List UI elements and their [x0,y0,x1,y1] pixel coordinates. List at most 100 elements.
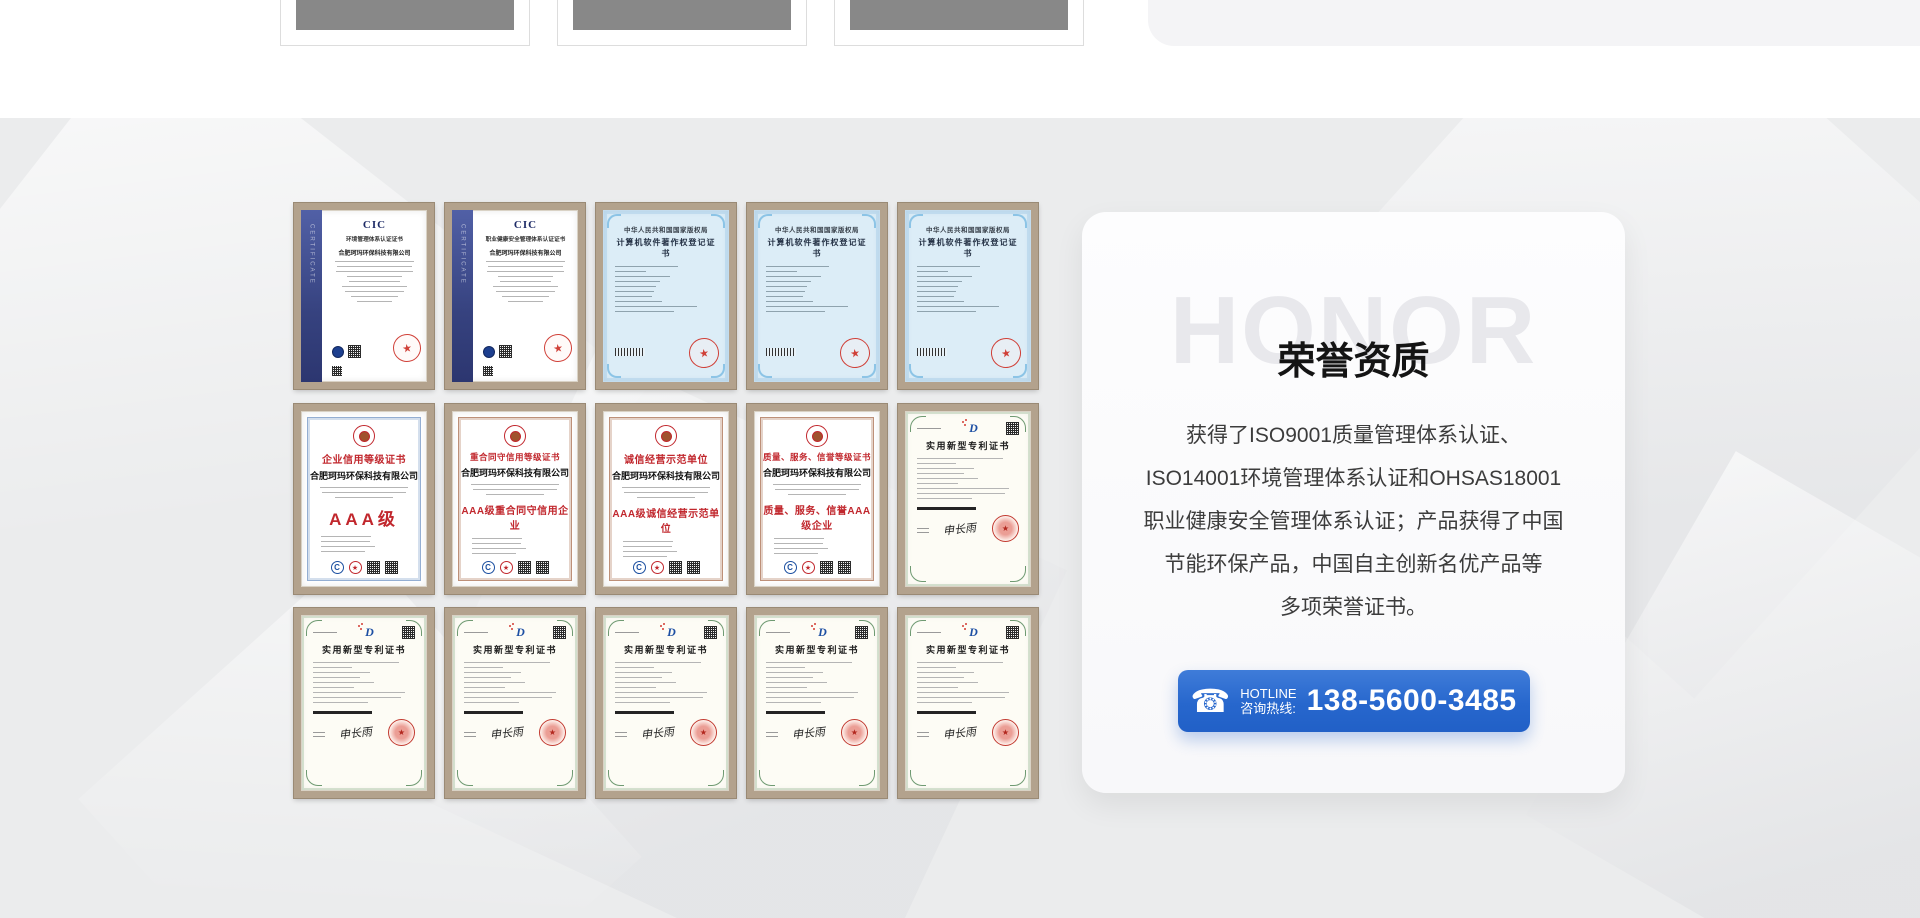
credit-badge: C [784,561,797,574]
award-grade: AAA级重合同守信用企业 [458,502,572,532]
certificate-thumbnail-patent[interactable]: D 实用新型专利证书 申长雨 ★ [898,608,1038,798]
qr-code [820,561,833,574]
certificate-text-lines [472,538,535,554]
top-gallery-section [0,0,1920,118]
excavation-site-with-green-netting [296,0,514,30]
signature: 申长雨 [942,723,976,742]
redacted-bar [917,711,976,714]
certificate-paper: D 实用新型专利证书 申长雨 ★ [301,615,427,791]
certificate-paper: 中华人民共和国国家版权局 计算机软件著作权登记证书 ★ [905,210,1031,382]
certificate-text-lines [481,281,570,302]
certificate-thumbnail-credit[interactable]: 企业信用等级证书 合肥珂玛环保科技有限公司 AAA级 C ★ [294,404,434,594]
certificate-title: 诚信经营示范单位 [609,451,723,466]
certificate-text-lines [615,662,717,703]
barcode [917,348,947,356]
certificate-title: 质量、服务、信誉等级证书 [760,451,874,463]
certificate-text-lines [481,261,570,277]
certificate-paper: CERTIFICATE CIC 环境管理体系认证证书 合肥珂玛环保科技有限公司 … [301,210,427,382]
award-grade: AAA级 [307,505,421,530]
award-grade: 质量、服务、信誉AAA级企业 [760,502,874,532]
certificate-title: 职业健康安全管理体系认证证书 [483,234,568,243]
certificate-thumbnail-copyright[interactable]: 中华人民共和国国家版权局 计算机软件著作权登记证书 ★ [596,203,736,389]
red-star-stamp: ★ [687,336,722,371]
certificates-grid: CERTIFICATE CIC 环境管理体系认证证书 合肥珂玛环保科技有限公司 … [294,203,1038,918]
certificate-paper: D 实用新型专利证书 申长雨 ★ [754,615,880,791]
hotline-button[interactable]: ☎ HOTLINE 咨询热线: 138-5600-3485 [1178,670,1530,732]
cic-badge [483,346,495,358]
certificate-paper: D 实用新型专利证书 申长雨 ★ [905,411,1031,587]
certificate-thumbnail-patent[interactable]: D 实用新型专利证书 申长雨 ★ [898,404,1038,594]
project-photo-card[interactable] [280,0,530,46]
certificate-title: 企业信用等级证书 [307,451,421,466]
qr-code [518,561,531,574]
hotline-labels: HOTLINE 咨询热线: [1240,686,1296,716]
hotline-label-en: HOTLINE [1240,686,1296,701]
certificate-side-band: CERTIFICATE [301,210,322,382]
redacted-bar [917,507,976,510]
qr-code [855,626,868,639]
qr-code [367,561,380,574]
certificate-text-lines [917,662,1019,703]
certificate-text-lines [623,541,686,557]
project-photo-card[interactable] [834,0,1084,46]
qr-code [704,626,717,639]
star-badge: ★ [651,561,664,574]
certificate-text-lines [615,266,717,312]
certificate-paper: CERTIFICATE CIC 职业健康安全管理体系认证证书 合肥珂玛环保科技有… [452,210,578,382]
red-seal: ★ [841,719,868,746]
signature: 申长雨 [640,723,674,742]
certificate-paper: D 实用新型专利证书 申长雨 ★ [452,615,578,791]
honor-card: HONOR 荣誉资质 获得了ISO9001质量管理体系认证、 ISO14001环… [1082,212,1625,793]
red-emblem [806,425,828,447]
qr-code [483,366,493,376]
red-seal: ★ [992,515,1019,542]
certificate-thumbnail-cic[interactable]: CERTIFICATE CIC 职业健康安全管理体系认证证书 合肥珂玛环保科技有… [445,203,585,389]
certificate-thumbnail-cic[interactable]: CERTIFICATE CIC 环境管理体系认证证书 合肥珂玛环保科技有限公司 … [294,203,434,389]
certificate-thumbnail-credit[interactable]: 重合同守信用等级证书 合肥珂玛环保科技有限公司 AAA级重合同守信用企业 C ★ [445,404,585,594]
star-badge: ★ [349,561,362,574]
top-right-panel [1148,0,1920,46]
red-seal: ★ [388,719,415,746]
certificate-title: 计算机软件著作权登记证书 [766,237,868,259]
qr-code [402,626,415,639]
certificate-side-band: CERTIFICATE [452,210,473,382]
credit-badge: C [482,561,495,574]
redacted-bar [464,711,523,714]
qr-code [1006,626,1019,639]
certificate-paper: 中华人民共和国国家版权局 计算机软件著作权登记证书 ★ [754,210,880,382]
redacted-bar [766,711,825,714]
certificate-title: 实用新型专利证书 [766,643,868,656]
project-photo-card[interactable] [557,0,807,46]
certificate-thumbnail-patent[interactable]: D 实用新型专利证书 申长雨 ★ [747,608,887,798]
certificate-thumbnail-copyright[interactable]: 中华人民共和国国家版权局 计算机软件著作权登记证书 ★ [747,203,887,389]
certificate-thumbnail-patent[interactable]: D 实用新型专利证书 申长雨 ★ [294,608,434,798]
cnipa-logo: D [667,625,676,640]
star-badge: ★ [802,561,815,574]
certificate-thumbnail-patent[interactable]: D 实用新型专利证书 申长雨 ★ [596,608,736,798]
certificate-paper: D 实用新型专利证书 申长雨 ★ [603,615,729,791]
red-seal: ★ [690,719,717,746]
certificate-paper: 中华人民共和国国家版权局 计算机软件著作权登记证书 ★ [603,210,729,382]
qr-code [536,561,549,574]
redacted-bar [313,711,372,714]
red-seal: ★ [992,719,1019,746]
qr-code [669,561,682,574]
certificate-text-lines [330,281,419,302]
certificate-thumbnail-credit[interactable]: 诚信经营示范单位 合肥珂玛环保科技有限公司 AAA级诚信经营示范单位 C ★ [596,404,736,594]
signature: 申长雨 [942,519,976,538]
certificate-thumbnail-copyright[interactable]: 中华人民共和国国家版权局 计算机软件著作权登记证书 ★ [898,203,1038,389]
certificate-thumbnail-credit[interactable]: 质量、服务、信誉等级证书 合肥珂玛环保科技有限公司 质量、服务、信誉AAA级企业… [747,404,887,594]
phone-icon: ☎ [1190,685,1230,717]
qr-code [687,561,700,574]
cnipa-logo: D [969,625,978,640]
company-name: 合肥珂玛环保科技有限公司 [458,466,572,479]
red-emblem [504,425,526,447]
red-star-stamp: ★ [989,336,1024,371]
cic-logo: CIC [330,219,419,231]
cnipa-logo: D [969,421,978,436]
cnipa-logo: D [516,625,525,640]
barcode [615,348,645,356]
certificate-title: 实用新型专利证书 [464,643,566,656]
certificate-thumbnail-patent[interactable]: D 实用新型专利证书 申长雨 ★ [445,608,585,798]
certificate-title: 实用新型专利证书 [917,439,1019,452]
